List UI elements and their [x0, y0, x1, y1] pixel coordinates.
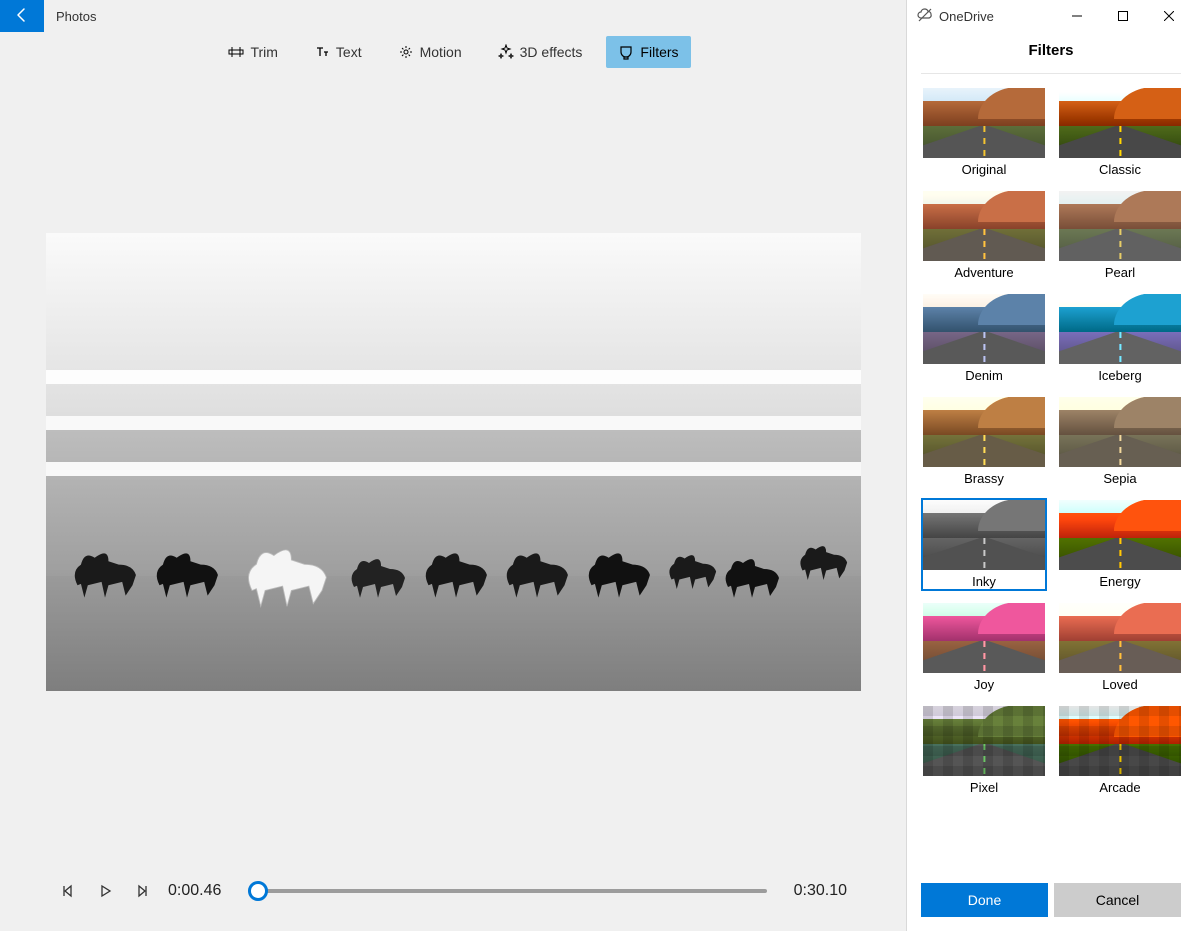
filter-denim[interactable]: Denim [921, 292, 1047, 385]
filter-thumbnail [923, 397, 1045, 467]
filter-loved[interactable]: Loved [1057, 601, 1183, 694]
filter-arcade[interactable]: Arcade [1057, 704, 1183, 797]
filter-energy[interactable]: Energy [1057, 498, 1183, 591]
filter-thumbnail [1059, 706, 1181, 776]
filter-label: Pearl [1105, 265, 1135, 280]
filter-label: Original [962, 162, 1007, 177]
tool-label: Text [336, 44, 362, 60]
sparkle-icon [498, 44, 514, 60]
window-maximize-button[interactable] [1103, 0, 1143, 32]
cloud-off-icon [917, 7, 933, 26]
filter-brassy[interactable]: Brassy [921, 395, 1047, 488]
filter-thumbnail [1059, 500, 1181, 570]
panel-titlebar: OneDrive [907, 0, 1195, 32]
text-icon [314, 44, 330, 60]
filter-label: Iceberg [1098, 368, 1141, 383]
seek-thumb[interactable] [248, 881, 268, 901]
filter-thumbnail [923, 88, 1045, 158]
current-time: 0:00.46 [168, 882, 230, 900]
total-time: 0:30.10 [785, 882, 847, 900]
filter-brush-icon [618, 44, 634, 60]
seek-track[interactable] [248, 889, 767, 893]
editor-main: Photos Trim Text Motion 3D effects Filters [0, 0, 907, 931]
filter-label: Brassy [964, 471, 1004, 486]
filter-label: Inky [972, 574, 996, 589]
app-top-bar: Photos [0, 0, 907, 32]
filters-list: Original Classic Adventure Pearl Denim Iceber… [907, 74, 1195, 869]
window-minimize-button[interactable] [1057, 0, 1097, 32]
filter-thumbnail [1059, 294, 1181, 364]
filter-thumbnail [923, 500, 1045, 570]
window-close-button[interactable] [1149, 0, 1189, 32]
filter-thumbnail [1059, 603, 1181, 673]
filter-label: Energy [1099, 574, 1140, 589]
filter-joy[interactable]: Joy [921, 601, 1047, 694]
frame-back-button[interactable] [60, 882, 78, 900]
tool-label: Motion [420, 44, 462, 60]
filter-thumbnail [1059, 88, 1181, 158]
tool-label: Trim [250, 44, 277, 60]
frame-forward-button[interactable] [132, 882, 150, 900]
preview-area [0, 72, 907, 851]
filter-pearl[interactable]: Pearl [1057, 189, 1183, 282]
tool-filters[interactable]: Filters [606, 36, 690, 68]
filter-label: Classic [1099, 162, 1141, 177]
motion-icon [398, 44, 414, 60]
done-button[interactable]: Done [921, 883, 1048, 917]
play-button[interactable] [96, 882, 114, 900]
filter-adventure[interactable]: Adventure [921, 189, 1047, 282]
tool-trim[interactable]: Trim [216, 36, 289, 68]
tool-3deffects[interactable]: 3D effects [486, 36, 595, 68]
filter-original[interactable]: Original [921, 86, 1047, 179]
filter-thumbnail [1059, 397, 1181, 467]
back-button[interactable] [0, 0, 44, 32]
playback-controls: 0:00.46 0:30.10 [0, 851, 907, 931]
filter-thumbnail [923, 191, 1045, 261]
filter-iceberg[interactable]: Iceberg [1057, 292, 1183, 385]
filter-thumbnail [923, 706, 1045, 776]
filter-thumbnail [923, 294, 1045, 364]
filter-label: Arcade [1099, 780, 1140, 795]
cancel-button[interactable]: Cancel [1054, 883, 1181, 917]
panel-heading: Filters [921, 32, 1181, 74]
trim-icon [228, 44, 244, 60]
filters-panel: OneDrive Filters Original Classic Adventur… [906, 0, 1195, 931]
onedrive-label: OneDrive [939, 9, 994, 24]
app-title: Photos [44, 0, 108, 32]
filter-label: Denim [965, 368, 1003, 383]
filter-thumbnail [923, 603, 1045, 673]
tool-label: Filters [640, 44, 678, 60]
panel-footer: Done Cancel [907, 869, 1195, 931]
filter-label: Loved [1102, 677, 1137, 692]
tool-text[interactable]: Text [302, 36, 374, 68]
edit-toolbar: Trim Text Motion 3D effects Filters [0, 32, 907, 72]
filter-label: Joy [974, 677, 994, 692]
filter-label: Sepia [1103, 471, 1136, 486]
video-preview[interactable] [46, 233, 861, 691]
filter-sepia[interactable]: Sepia [1057, 395, 1183, 488]
tool-label: 3D effects [520, 44, 583, 60]
filter-thumbnail [1059, 191, 1181, 261]
filter-label: Pixel [970, 780, 998, 795]
filter-label: Adventure [954, 265, 1013, 280]
arrow-left-icon [14, 7, 30, 26]
filter-classic[interactable]: Classic [1057, 86, 1183, 179]
filter-inky[interactable]: Inky [921, 498, 1047, 591]
filter-pixel[interactable]: Pixel [921, 704, 1047, 797]
tool-motion[interactable]: Motion [386, 36, 474, 68]
